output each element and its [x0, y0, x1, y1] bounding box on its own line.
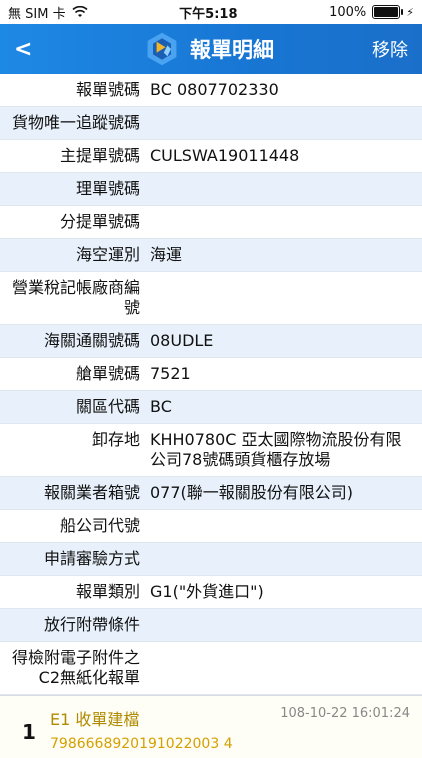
- row-value: 077(聯一報關股份有限公司): [150, 483, 354, 502]
- row-value: 7521: [150, 364, 191, 383]
- row-label: 分提單號碼: [59, 212, 140, 231]
- table-row: 船公司代號: [0, 510, 422, 543]
- row-value: 08UDLE: [150, 331, 214, 350]
- row-value: [148, 642, 422, 694]
- row-value: G1("外貨進口"): [150, 582, 264, 601]
- nav-center: 報單明細: [144, 31, 274, 67]
- nav-bar: < 報單明細 移除: [0, 24, 422, 74]
- row-label: 得檢附電子附件之C2無紙化報單: [11, 648, 140, 687]
- row-label: 放行附帶條件: [43, 615, 140, 634]
- row-label: 報關業者箱號: [43, 483, 140, 502]
- table-row: 報單號碼 BC 0807702330: [0, 74, 422, 107]
- battery-percent: 100%: [329, 4, 367, 20]
- row-label: 報單類別: [75, 582, 140, 601]
- wifi-icon: [72, 6, 88, 17]
- event-top: E1 收單建檔 108-10-22 16:01:24: [50, 706, 410, 730]
- row-label: 報單號碼: [75, 80, 140, 99]
- row-value: [148, 272, 422, 324]
- table-row: 營業稅記帳廠商編號: [0, 272, 422, 325]
- row-label: 理單號碼: [75, 179, 140, 198]
- back-button[interactable]: <: [14, 37, 46, 62]
- row-label: 船公司代號: [59, 516, 140, 535]
- app-logo-icon: [147, 32, 177, 66]
- row-label: 艙單號碼: [75, 364, 140, 383]
- status-time: 下午5:18: [179, 6, 238, 22]
- row-value: BC: [150, 397, 172, 416]
- row-label: 營業稅記帳廠商編號: [11, 278, 140, 317]
- detail-table: 報單號碼 BC 0807702330 貨物唯一追蹤號碼主提單號碼 CULSWA1901…: [0, 74, 422, 695]
- row-label: 申請審驗方式: [43, 549, 140, 568]
- battery-icon: [372, 5, 404, 19]
- table-row: 得檢附電子附件之C2無紙化報單: [0, 642, 422, 695]
- table-row: 理單號碼: [0, 173, 422, 206]
- table-row: 關區代碼 BC: [0, 391, 422, 424]
- status-left: 無 SIM 卡: [8, 3, 88, 22]
- table-row: 卸存地 KHH0780C 亞太國際物流股份有限公司78號碼頭貨櫃存放場: [0, 424, 422, 477]
- event-item[interactable]: 1 E1 收單建檔 108-10-22 16:01:24 79866689201…: [0, 695, 422, 758]
- charging-icon: ⚡: [406, 5, 414, 19]
- row-value: CULSWA19011448: [150, 146, 300, 165]
- table-row: 報單類別 G1("外貨進口"): [0, 576, 422, 609]
- table-row: 海關通關號碼 08UDLE: [0, 325, 422, 358]
- row-label: 卸存地: [91, 430, 140, 449]
- table-row: 海空運別 海運: [0, 239, 422, 272]
- row-value: 海運: [150, 245, 183, 264]
- table-row: 艙單號碼 7521: [0, 358, 422, 391]
- row-label: 海關通關號碼: [43, 331, 140, 350]
- table-row: 主提單號碼 CULSWA19011448: [0, 140, 422, 173]
- row-value: [148, 173, 422, 205]
- remove-button[interactable]: 移除: [372, 36, 408, 62]
- status-bar: 無 SIM 卡 下午5:18 100% ⚡: [0, 0, 422, 24]
- row-value: [148, 206, 422, 238]
- status-right: 100% ⚡: [329, 5, 414, 20]
- row-label: 主提單號碼: [59, 146, 140, 165]
- row-label: 關區代碼: [75, 397, 140, 416]
- table-row: 報關業者箱號 077(聯一報關股份有限公司): [0, 477, 422, 510]
- event-timestamp: 108-10-22 16:01:24: [280, 706, 410, 721]
- row-value: KHH0780C 亞太國際物流股份有限公司78號碼頭貨櫃存放場: [150, 430, 402, 469]
- row-value: [148, 609, 422, 641]
- event-index: 1: [22, 720, 36, 744]
- page-title: 報單明細: [190, 38, 274, 62]
- carrier-label: 無 SIM 卡: [8, 6, 66, 22]
- row-label: 海空運別: [75, 245, 140, 264]
- table-row: 貨物唯一追蹤號碼: [0, 107, 422, 140]
- event-body: E1 收單建檔 108-10-22 16:01:24 7986668920191…: [50, 706, 410, 752]
- row-value: BC 0807702330: [150, 80, 279, 99]
- table-row: 分提單號碼: [0, 206, 422, 239]
- row-value: [148, 510, 422, 542]
- row-label: 貨物唯一追蹤號碼: [11, 113, 140, 132]
- table-row: 放行附帶條件: [0, 609, 422, 642]
- event-name: E1 收單建檔: [50, 710, 140, 729]
- table-row: 申請審驗方式: [0, 543, 422, 576]
- row-value: [148, 107, 422, 139]
- row-value: [148, 543, 422, 575]
